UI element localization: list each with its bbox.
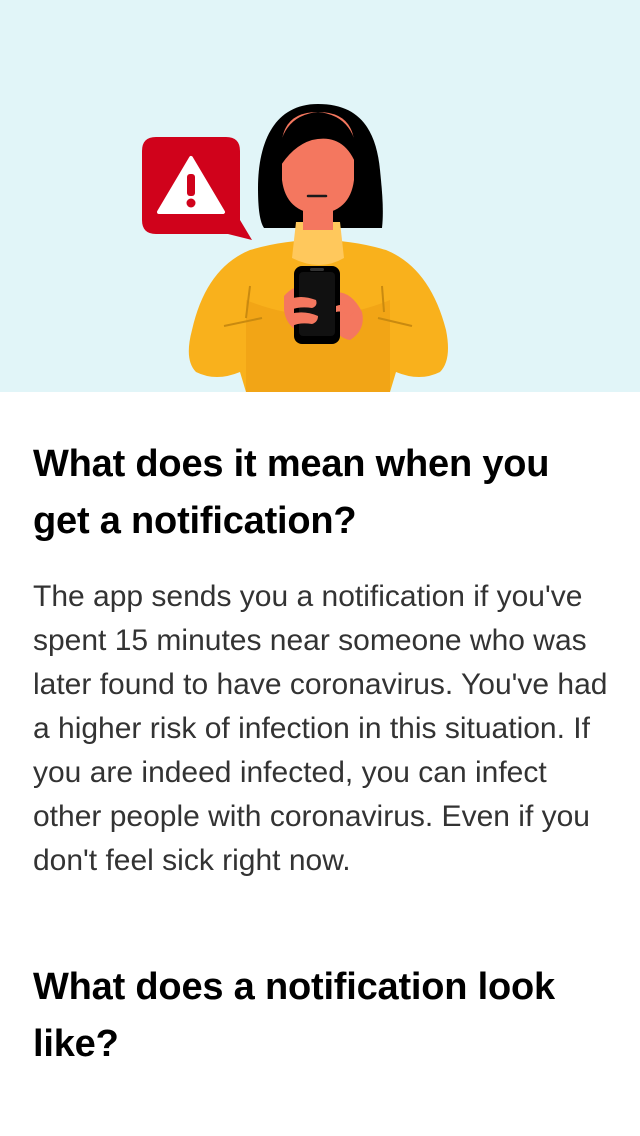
warning-bubble-icon <box>142 137 252 240</box>
section-body-meaning: The app sends you a notification if you'… <box>33 580 608 877</box>
section-title-meaning: What does it mean when you get a notific… <box>33 443 550 542</box>
content: What does it mean when you get a notific… <box>33 436 613 1073</box>
notification-illustration <box>142 104 449 392</box>
section-title-look: What does a notification look like? <box>33 966 555 1065</box>
hero-illustration <box>0 0 640 392</box>
screen: What does it mean when you get a notific… <box>0 0 640 1136</box>
